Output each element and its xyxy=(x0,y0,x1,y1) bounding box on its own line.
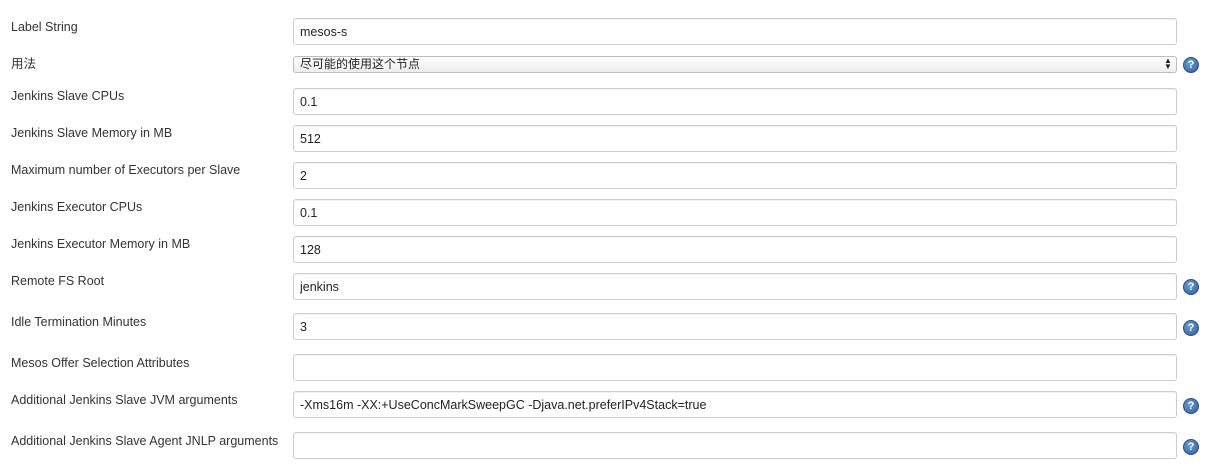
usage-help-icon[interactable]: ? xyxy=(1183,57,1199,73)
offer-attributes-input[interactable] xyxy=(293,354,1177,381)
remote-fs-root-help-icon[interactable]: ? xyxy=(1183,279,1199,295)
offer-attributes-label: Mesos Offer Selection Attributes xyxy=(11,356,190,370)
max-executors-input[interactable] xyxy=(293,162,1177,189)
executor-cpus-input[interactable] xyxy=(293,199,1177,226)
updown-arrows-icon: ▲ ▼ xyxy=(1164,56,1172,71)
label-string-input[interactable] xyxy=(293,18,1177,45)
executor-memory-input[interactable] xyxy=(293,236,1177,263)
mesos-cloud-config-form: Label String 用法 尽可能的使用这个节点 ▲▼ ? Jenkins … xyxy=(0,0,1208,472)
remote-fs-root-label: Remote FS Root xyxy=(11,274,105,288)
usage-select[interactable]: 尽可能的使用这个节点 ▲ ▼ xyxy=(293,56,1177,73)
idle-termination-help-icon[interactable]: ? xyxy=(1183,320,1199,336)
jvm-args-input[interactable] xyxy=(293,391,1177,418)
max-executors-label: Maximum number of Executors per Slave xyxy=(11,163,241,177)
jvm-args-help-icon[interactable]: ? xyxy=(1183,398,1199,414)
remote-fs-root-input[interactable] xyxy=(293,273,1177,300)
label-string-label: Label String xyxy=(11,20,78,34)
idle-termination-input[interactable] xyxy=(293,313,1177,340)
jnlp-args-help-icon[interactable]: ? xyxy=(1183,439,1199,455)
slave-memory-label: Jenkins Slave Memory in MB xyxy=(11,126,173,140)
slave-cpus-input[interactable] xyxy=(293,88,1177,115)
jvm-args-label: Additional Jenkins Slave JVM arguments xyxy=(11,393,238,407)
idle-termination-label: Idle Termination Minutes xyxy=(11,315,147,329)
slave-memory-input[interactable] xyxy=(293,125,1177,152)
executor-cpus-label: Jenkins Executor CPUs xyxy=(11,200,143,214)
slave-cpus-label: Jenkins Slave CPUs xyxy=(11,89,125,103)
usage-label: 用法 xyxy=(11,57,37,71)
executor-memory-label: Jenkins Executor Memory in MB xyxy=(11,237,191,251)
usage-select-value: 尽可能的使用这个节点 xyxy=(300,57,421,71)
jnlp-args-input[interactable] xyxy=(293,432,1177,459)
jnlp-args-label: Additional Jenkins Slave Agent JNLP argu… xyxy=(11,434,279,448)
